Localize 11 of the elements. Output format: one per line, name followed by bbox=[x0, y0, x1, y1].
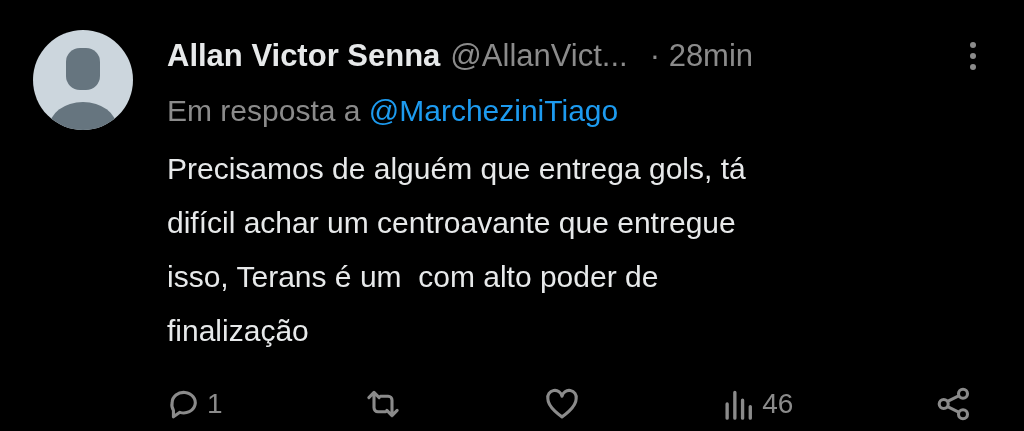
more-icon[interactable] bbox=[969, 41, 977, 71]
reply-button[interactable]: 1 bbox=[167, 386, 223, 422]
author-handle[interactable]: @AllanVict... bbox=[450, 38, 628, 74]
timestamp: · 28min bbox=[649, 38, 754, 74]
share-button[interactable] bbox=[936, 386, 972, 422]
reply-context: Em resposta a @MarcheziniTiago bbox=[167, 94, 620, 128]
views-button[interactable]: 46 bbox=[722, 386, 794, 422]
author-name[interactable]: Allan Victor Senna bbox=[167, 38, 441, 74]
share-icon bbox=[936, 386, 972, 422]
mention-link[interactable]: @MarcheziniTiago bbox=[368, 94, 619, 127]
tweet-text: Precisamos de alguém que entrega gols, tá difícil achar um centroavante que entregue isso, Terans é um com alto poder de finalização bbox=[167, 151, 747, 349]
